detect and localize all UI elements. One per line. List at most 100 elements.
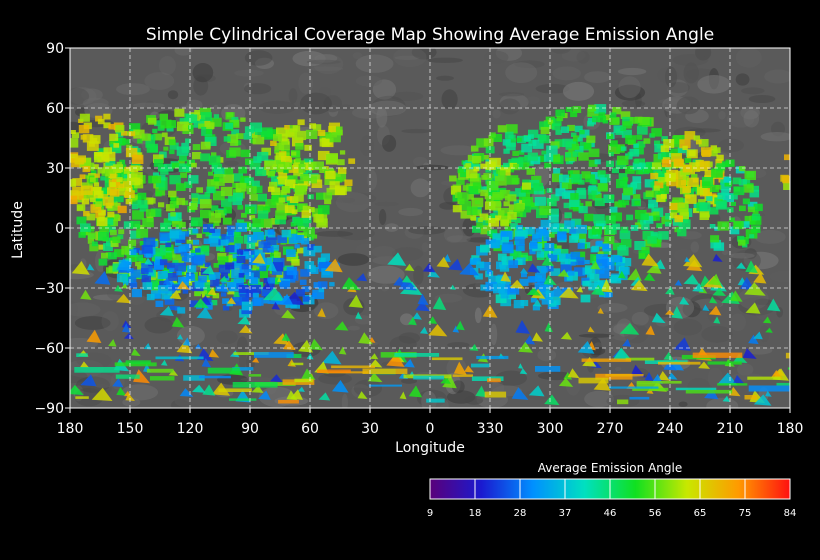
coverage-cell [160,222,172,232]
coverage-cell [223,136,231,142]
coverage-cell [540,126,550,135]
terrain-patch [499,98,521,115]
coverage-cell [146,143,158,153]
coverage-cell [115,125,125,133]
coverage-cell [93,182,100,187]
coverage-cell [730,201,736,206]
coverage-cell [177,307,186,314]
coverage-cell [295,157,301,163]
coverage-cell [233,236,244,244]
terrain-patch [374,201,399,207]
colorbar-tick-label: 18 [469,508,482,519]
coverage-cell [293,193,304,202]
lon-tick-label: 240 [657,421,684,437]
coverage-cell [739,205,746,212]
coverage-cell [551,123,561,131]
coverage-cell [225,122,234,130]
coverage-cell [141,133,151,141]
terrain-patch [378,209,387,225]
coverage-cell [618,199,625,205]
coverage-cell [228,195,237,202]
coverage-cell [625,135,637,144]
coverage-cell [169,230,180,239]
terrain-patch [614,366,622,371]
coverage-cell [473,166,480,172]
terrain-patch [347,325,360,331]
coverage-cell [113,143,120,148]
coverage-strip [471,363,490,368]
coverage-cell [223,206,232,214]
coverage-cell [220,239,229,246]
coverage-cell [326,153,338,164]
lon-tick-label: 300 [537,421,564,437]
coverage-cell [243,133,252,140]
coverage-cell [743,184,754,193]
coverage-cell [90,177,96,182]
coverage-cell [565,152,572,158]
terrain-patch [192,63,214,83]
coverage-cell [499,264,510,272]
coverage-cell [501,236,509,243]
coverage-cell [317,205,330,215]
terrain-patch [382,134,397,152]
terrain-patch [359,135,375,157]
coverage-cell [252,218,264,228]
terrain-patch [314,302,339,320]
coverage-cell [214,177,220,182]
coverage-cell [452,205,462,213]
coverage-cell [78,124,90,134]
coverage-cell [589,273,600,282]
coverage-cell [486,180,499,191]
coverage-cell [555,129,562,135]
coverage-cell [485,161,496,170]
coverage-cell [278,197,286,203]
coverage-strip [717,383,748,386]
coverage-cell [633,143,639,148]
coverage-cell [475,261,485,269]
coverage-cell [163,146,169,151]
coverage-cell [295,185,307,195]
coverage-cell [571,174,582,183]
coverage-cell [699,202,711,212]
coverage-cell [81,198,90,205]
map-panel [70,48,790,408]
coverage-cell [201,245,210,252]
coverage-cell [636,135,643,140]
terrain-patch [101,311,119,332]
coverage-cell [241,301,253,311]
coverage-cell [533,182,544,191]
coverage-cell [622,187,633,196]
coverage-cell [194,254,206,264]
coverage-cell [457,192,469,202]
coverage-cell [597,183,609,192]
coverage-cell [209,274,216,280]
coverage-cell [502,244,514,254]
coverage-cell [643,138,651,144]
coverage-cell [328,125,336,133]
coverage-cell [294,244,300,249]
coverage-cell [609,140,618,147]
coverage-strip [254,352,294,358]
coverage-cell [98,216,105,222]
terrain-patch [413,265,424,285]
coverage-cell [145,253,152,258]
coverage-cell [249,284,262,294]
terrain-patch [398,207,424,217]
coverage-cell [252,180,260,187]
coverage-cell [489,201,502,211]
coverage-cell [641,223,650,230]
coverage-strip [75,396,89,399]
coverage-strip [149,376,175,381]
coverage-cell [582,280,590,287]
coverage-cell [632,176,642,184]
terrain-patch [490,323,498,346]
coverage-strip [747,376,781,380]
coverage-cell [544,243,555,251]
coverage-cell [529,242,538,249]
terrain-patch [676,96,701,115]
coverage-cell [651,128,662,137]
coverage-cell [543,154,554,162]
coverage-cell [313,214,324,223]
coverage-strip [155,356,204,360]
terrain-patch [421,242,429,253]
